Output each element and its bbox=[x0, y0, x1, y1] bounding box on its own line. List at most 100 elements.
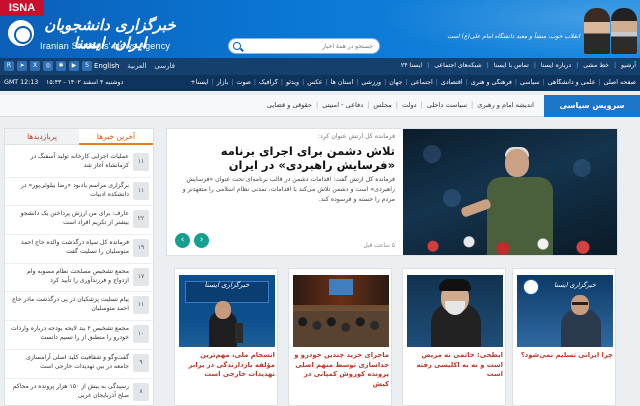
category-nav: صفحه اصلی | علمی و دانشگاهی | سیاسی | فرهنگ… bbox=[190, 79, 636, 86]
item-number: ۱۷ bbox=[133, 267, 149, 286]
nav-provinces[interactable]: استان ها bbox=[331, 79, 354, 86]
rss-icon[interactable]: R bbox=[4, 61, 14, 71]
item-number: ۱۱ bbox=[133, 296, 149, 315]
item-number: ۹ bbox=[133, 353, 149, 372]
lang-arabic[interactable]: العربية bbox=[127, 62, 146, 70]
item-headline[interactable]: مجمع تشخیص مصلحت نظام مصوبه وام ازدواج و… bbox=[11, 267, 129, 286]
item-headline[interactable]: رسیدگی به بیش از ۱۵۰ هزار پرونده در محاک… bbox=[11, 382, 129, 401]
item-headline[interactable]: پیام تسلیت پزشکیان در پی درگذشت مادر حاج… bbox=[11, 295, 129, 314]
subnav-legal[interactable]: حقوقی و قضایی bbox=[267, 101, 312, 109]
top-link-about[interactable]: درباره ایسنا bbox=[541, 62, 571, 69]
isna-brand-tab[interactable]: ISNA bbox=[0, 0, 44, 16]
subnav-government[interactable]: دولت bbox=[402, 101, 417, 109]
list-item[interactable]: ۱۱ پیام تسلیت پزشکیان در پی درگذشت مادر ح… bbox=[5, 292, 153, 322]
featured-photo[interactable] bbox=[403, 129, 617, 255]
nav-market[interactable]: بازار bbox=[217, 79, 229, 86]
search-input[interactable] bbox=[253, 41, 373, 52]
item-headline[interactable]: عملیات اجرایی کارخانه تولید آسفنگ در کرم… bbox=[11, 152, 129, 171]
gmt-clock: GMT 12:13 bbox=[4, 79, 39, 86]
list-item[interactable]: ۱۱ برگزاری مراسم یادبود «رضا بیلوئی‌پور» … bbox=[5, 178, 153, 207]
slider-next-button[interactable]: › bbox=[194, 233, 209, 248]
nav-graphic[interactable]: گرافیک bbox=[259, 79, 278, 86]
nav-home[interactable]: صفحه اصلی bbox=[604, 79, 636, 86]
service-title[interactable]: سرویس سیاسی bbox=[544, 95, 640, 117]
list-item[interactable]: ۸ رسیدگی به بیش از ۱۵۰ هزار پرونده در محا… bbox=[5, 379, 153, 406]
top-link-contact[interactable]: تماس با ایسنا bbox=[494, 62, 529, 69]
search-box[interactable] bbox=[228, 38, 380, 54]
subnav-parliament[interactable]: مجلس bbox=[373, 101, 391, 109]
item-headline[interactable]: فرمانده کل سپاه درگذشت والده حاج احمد مت… bbox=[11, 238, 129, 257]
list-item[interactable]: ۱۹ فرمانده کل سپاه درگذشت والده حاج احمد … bbox=[5, 235, 153, 264]
subnav-defense[interactable]: دفاعی - امنیتی bbox=[322, 101, 363, 109]
featured-lead: فرمانده کل ارتش گفت: اقدامات دشمن در قال… bbox=[182, 176, 395, 203]
news-card[interactable]: خبرگزاری ایسنا چرا ایرانی تسلیم نمی‌شود؟ bbox=[512, 268, 616, 406]
slider-prev-button[interactable]: ‹ bbox=[175, 233, 190, 248]
list-item[interactable]: ۲۲ عارف: برای من ارزش پرداختن یک دانشجو ب… bbox=[5, 206, 153, 236]
nav-sports[interactable]: ورزشی bbox=[361, 79, 381, 86]
top-link-policy[interactable]: خط مشی bbox=[583, 62, 609, 69]
card-headline[interactable]: ماجرای خرید چندین خودرو و جداسازی توسط م… bbox=[293, 351, 389, 389]
nav-science[interactable]: علمی و دانشگاهی bbox=[548, 79, 596, 86]
card-headline[interactable]: ابطحی: خاتمی نه مریض است و نه به اکلیسی … bbox=[407, 351, 504, 380]
category-bar: GMT 12:13 دوشنبه ۴ اسفند ۱۴۰۲ - ۱۵:۴۳ صف… bbox=[0, 75, 640, 91]
tab-most-viewed[interactable]: پربازدیدها bbox=[5, 129, 79, 145]
top-link-social[interactable]: شبکه‌های اجتماعی bbox=[434, 62, 481, 69]
youtube-icon[interactable]: ▶ bbox=[69, 61, 79, 71]
soroush-icon[interactable]: S bbox=[82, 61, 92, 71]
top-link-archive[interactable]: آرشیو bbox=[621, 62, 636, 69]
top-link-isna24[interactable]: ایسنا ۲۴ bbox=[401, 62, 422, 69]
item-number: ۱۰ bbox=[133, 325, 149, 344]
nav-photo[interactable]: عکس bbox=[307, 79, 322, 86]
list-item[interactable]: ۱۱ عملیات اجرایی کارخانه تولید آسفنگ در ک… bbox=[5, 149, 153, 178]
card-headline[interactable]: انسجام ملی، مهم‌ترین مؤلفه بازدارندگی در… bbox=[179, 351, 275, 380]
card-headline[interactable]: چرا ایرانی تسلیم نمی‌شود؟ bbox=[517, 351, 613, 361]
logo-english-text[interactable]: Iranian Students' News Agency bbox=[40, 41, 170, 51]
card-photo[interactable] bbox=[407, 275, 503, 347]
slider-controls: ‹ › bbox=[175, 233, 209, 248]
subnav-domestic[interactable]: سیاست داخلی bbox=[427, 101, 467, 109]
news-cards: خبرگزاری ایسنا انسجام ملی، مهم‌ترین مؤلف… bbox=[166, 268, 618, 406]
card-photo[interactable] bbox=[293, 275, 389, 347]
search-icon[interactable] bbox=[233, 42, 241, 50]
nav-society[interactable]: اجتماعی bbox=[411, 79, 433, 86]
lang-english[interactable]: English bbox=[94, 62, 119, 70]
instagram-icon[interactable]: ◎ bbox=[43, 61, 53, 71]
service-bar: سرویس سیاسی اندیشه امام و رهبری | سیاست د… bbox=[0, 95, 640, 117]
list-item[interactable]: ۹ گفت‌وگو و شفافیت کلید اصلی آرامسازی جام… bbox=[5, 350, 153, 379]
isna-emblem-icon[interactable] bbox=[6, 18, 36, 48]
news-card[interactable]: خبرگزاری ایسنا انسجام ملی، مهم‌ترین مؤلف… bbox=[174, 268, 278, 406]
telegram-icon[interactable]: ➤ bbox=[17, 61, 27, 71]
list-item[interactable]: ۱۰ مجمع تشخیص ۲ بند لایحه بودجه درباره وا… bbox=[5, 321, 153, 350]
item-headline[interactable]: مجمع تشخیص ۲ بند لایحه بودجه درباره وارد… bbox=[11, 324, 129, 343]
item-headline[interactable]: گفت‌وگو و شفافیت کلید اصلی آرامسازی جامع… bbox=[11, 353, 129, 372]
card-photo[interactable]: خبرگزاری ایسنا bbox=[517, 275, 613, 347]
utility-bar: R ➤ X ◎ ✱ ▶ S English العربية فارسی آرشی… bbox=[0, 58, 640, 75]
tab-latest-news[interactable]: آخرین خبرها bbox=[79, 129, 153, 145]
service-subnav: اندیشه امام و رهبری | سیاست داخلی | دولت | … bbox=[266, 101, 534, 109]
nav-audio[interactable]: صوت bbox=[236, 79, 251, 86]
lang-persian[interactable]: فارسی bbox=[154, 62, 175, 70]
leaders-portrait bbox=[584, 4, 638, 54]
subnav-leadership[interactable]: اندیشه امام و رهبری bbox=[477, 101, 534, 109]
nav-culture[interactable]: فرهنگی و هنری bbox=[471, 79, 512, 86]
item-headline[interactable]: برگزاری مراسم یادبود «رضا بیلوئی‌پور» در… bbox=[11, 181, 129, 200]
nav-politics[interactable]: سیاسی bbox=[520, 79, 540, 86]
nav-economy[interactable]: اقتصادی bbox=[441, 79, 463, 86]
news-card[interactable]: ماجرای خرید چندین خودرو و جداسازی توسط م… bbox=[288, 268, 392, 406]
nav-isna-plus[interactable]: ایسنا+ bbox=[190, 79, 208, 86]
item-headline[interactable]: عارف: برای من ارزش پرداختن یک دانشجو بیش… bbox=[11, 209, 129, 228]
nav-world[interactable]: جهان bbox=[389, 79, 402, 86]
sidebar-news-list: ۱۱ عملیات اجرایی کارخانه تولید آسفنگ در ک… bbox=[5, 149, 153, 406]
card-photo[interactable]: خبرگزاری ایسنا bbox=[179, 275, 275, 347]
item-number: ۲۲ bbox=[133, 210, 149, 229]
twitter-icon[interactable]: X bbox=[30, 61, 40, 71]
list-item[interactable]: ۱۷ مجمع تشخیص مصلحت نظام مصوبه وام ازدواج… bbox=[5, 264, 153, 293]
header-quote: انقلاب خوب، منشأ و معبد دانشگاه امام علی… bbox=[447, 33, 580, 40]
current-date: دوشنبه ۴ اسفند ۱۴۰۲ - ۱۵:۴۳ bbox=[46, 79, 124, 86]
featured-title[interactable]: تلاش دشمن برای اجرای برنامه «فرسایش راهب… bbox=[175, 144, 395, 172]
nav-video[interactable]: ویدئو bbox=[286, 79, 299, 86]
aparat-icon[interactable]: ✱ bbox=[56, 61, 66, 71]
news-card[interactable]: ابطحی: خاتمی نه مریض است و نه به اکلیسی … bbox=[402, 268, 506, 406]
featured-story[interactable]: فرمانده کل ارتش عنوان کرد: تلاش دشمن برا… bbox=[166, 128, 618, 256]
news-sidebar: آخرین خبرها پربازدیدها ۱۱ عملیات اجرایی ک… bbox=[4, 128, 154, 406]
